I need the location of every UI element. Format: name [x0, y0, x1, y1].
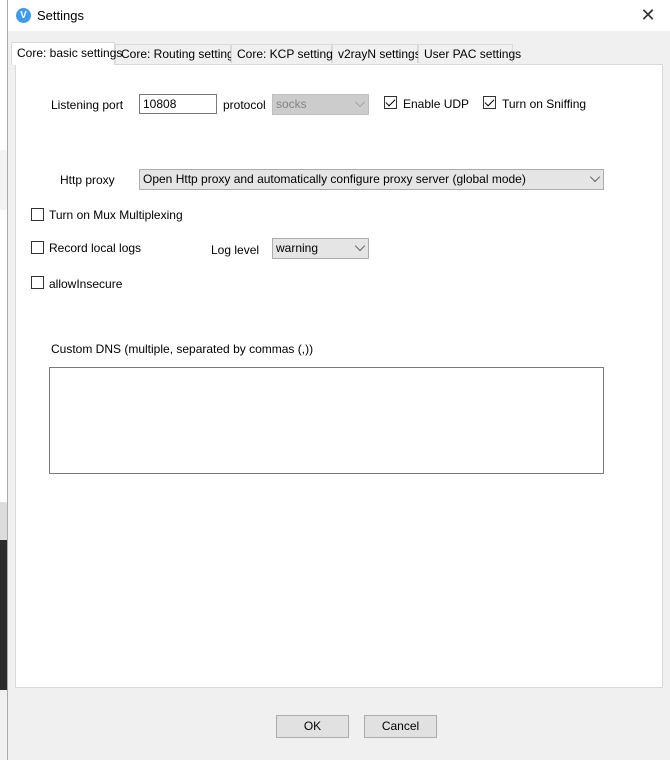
background-strip — [0, 150, 7, 210]
custom-dns-textarea[interactable] — [49, 367, 604, 474]
mux-checkbox[interactable] — [31, 208, 44, 221]
settings-dialog: V Settings ✕ Core: basic settings Core: … — [7, 0, 670, 760]
protocol-label: protocol — [223, 98, 266, 112]
tab-core-basic-settings[interactable]: Core: basic settings — [11, 42, 122, 65]
checkmark-icon — [385, 96, 396, 107]
mux-label: Turn on Mux Multiplexing — [49, 208, 183, 222]
tab-user-pac-settings[interactable]: User PAC settings — [418, 44, 521, 63]
log-level-value: warning — [276, 241, 319, 255]
sniffing-label: Turn on Sniffing — [502, 97, 587, 111]
chevron-down-icon — [354, 96, 366, 108]
enable-udp-checkbox[interactable] — [384, 96, 397, 109]
background-strip — [0, 502, 7, 540]
http-proxy-select[interactable]: Open Http proxy and automatically config… — [139, 169, 604, 190]
title-bar: V Settings ✕ — [8, 0, 670, 31]
ok-button[interactable]: OK — [276, 715, 349, 738]
log-level-select[interactable]: warning — [272, 238, 369, 259]
v2rayn-app-icon: V — [16, 8, 31, 23]
record-logs-checkbox[interactable] — [31, 241, 44, 254]
chevron-down-icon — [354, 240, 366, 252]
record-logs-label: Record local logs — [49, 241, 142, 255]
chevron-down-icon — [589, 171, 601, 183]
checkmark-icon — [484, 96, 495, 107]
listening-port-input[interactable] — [139, 94, 217, 114]
log-level-label: Log level — [211, 243, 260, 257]
tab-v2rayn-settings[interactable]: v2rayN settings — [332, 44, 421, 63]
window-title: Settings — [37, 8, 84, 23]
sniffing-checkbox[interactable] — [483, 96, 496, 109]
basic-settings-panel: Listening port protocol socks Enable UDP… — [15, 64, 663, 688]
http-proxy-value: Open Http proxy and automatically config… — [143, 172, 526, 186]
listening-port-label: Listening port — [51, 98, 124, 112]
http-proxy-label: Http proxy — [60, 173, 115, 187]
custom-dns-label: Custom DNS (multiple, separated by comma… — [51, 342, 314, 356]
background-window-edge — [0, 0, 7, 760]
enable-udp-label: Enable UDP — [403, 97, 470, 111]
protocol-select[interactable]: socks — [272, 94, 369, 115]
tab-core-kcp-settings[interactable]: Core: KCP settings — [231, 44, 339, 63]
protocol-value: socks — [276, 97, 307, 111]
close-icon[interactable]: ✕ — [625, 0, 670, 31]
allow-insecure-label: allowInsecure — [49, 277, 123, 291]
cancel-button[interactable]: Cancel — [364, 715, 437, 738]
tab-core-routing-settings[interactable]: Core: Routing settings — [115, 44, 240, 63]
background-strip — [0, 540, 7, 690]
allow-insecure-checkbox[interactable] — [31, 276, 44, 289]
background-strip — [0, 690, 7, 760]
